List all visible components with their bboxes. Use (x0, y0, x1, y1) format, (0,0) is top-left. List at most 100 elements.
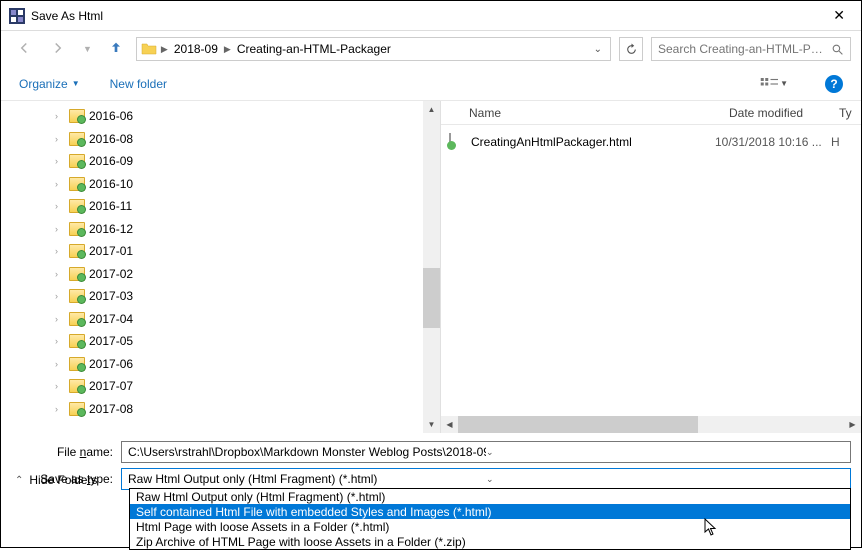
breadcrumb-dropdown[interactable]: ⌄ (590, 44, 606, 55)
tree-item-label: 2016-10 (89, 177, 133, 191)
folder-icon (69, 154, 85, 168)
file-name-input[interactable]: C:\Users\rstrahl\Dropbox\Markdown Monste… (121, 441, 851, 463)
search-icon (831, 43, 844, 56)
tree-item[interactable]: › 2016-08 (37, 128, 440, 151)
expand-icon[interactable]: › (55, 314, 65, 324)
html-file-icon (449, 134, 465, 150)
tree-item[interactable]: › 2017-01 (37, 240, 440, 263)
save-type-select[interactable]: Raw Html Output only (Html Fragment) (*.… (121, 468, 851, 490)
scroll-left-icon[interactable]: ◀ (441, 416, 458, 433)
expand-icon[interactable]: › (55, 359, 65, 369)
expand-icon[interactable]: › (55, 269, 65, 279)
recent-dropdown[interactable]: ▼ (79, 40, 96, 58)
up-button[interactable] (104, 36, 128, 63)
back-button[interactable] (11, 35, 37, 64)
titlebar: Save As Html ✕ (1, 1, 861, 31)
tree-item-label: 2017-02 (89, 267, 133, 281)
horizontal-scrollbar[interactable]: ◀ ▶ (441, 416, 861, 433)
expand-icon[interactable]: › (55, 111, 65, 121)
bottom-panel: File name: C:\Users\rstrahl\Dropbox\Mark… (1, 433, 861, 490)
tree-item-label: 2016-08 (89, 132, 133, 146)
column-name[interactable]: Name (459, 106, 719, 120)
forward-button[interactable] (45, 35, 71, 64)
scroll-up-icon[interactable]: ▲ (423, 101, 440, 118)
chevron-down-icon: ▼ (72, 79, 80, 88)
tree-item[interactable]: › 2016-09 (37, 150, 440, 173)
view-options-button[interactable]: ▼ (753, 74, 795, 94)
tree-item-label: 2017-06 (89, 357, 133, 371)
tree-item[interactable]: › 2017-07 (37, 375, 440, 398)
file-list-panel: Name Date modified Ty CreatingAnHtmlPack… (441, 101, 861, 433)
column-type[interactable]: Ty (829, 106, 859, 120)
tree-item[interactable]: › 2017-05 (37, 330, 440, 353)
folder-icon (69, 222, 85, 236)
tree-item[interactable]: › 2016-12 (37, 218, 440, 241)
help-button[interactable]: ? (825, 75, 843, 93)
tree-item-label: 2017-05 (89, 334, 133, 348)
new-folder-button[interactable]: New folder (110, 77, 167, 91)
expand-icon[interactable]: › (55, 246, 65, 256)
folder-icon (69, 109, 85, 123)
folder-icon (69, 312, 85, 326)
file-list[interactable]: CreatingAnHtmlPackager.html10/31/2018 10… (441, 125, 861, 159)
expand-icon[interactable]: › (55, 224, 65, 234)
tree-scrollbar[interactable]: ▲ ▼ (423, 101, 440, 433)
tree-item-label: 2016-09 (89, 154, 133, 168)
tree-item-label: 2016-12 (89, 222, 133, 236)
dropdown-option[interactable]: Raw Html Output only (Html Fragment) (*.… (130, 489, 850, 504)
folder-icon (69, 357, 85, 371)
dropdown-option[interactable]: Zip Archive of HTML Page with loose Asse… (130, 534, 850, 549)
tree-item[interactable]: › 2016-10 (37, 173, 440, 196)
expand-icon[interactable]: › (55, 381, 65, 391)
file-name: CreatingAnHtmlPackager.html (471, 135, 715, 149)
organize-button[interactable]: Organize ▼ (19, 77, 80, 91)
tree-item-label: 2017-01 (89, 244, 133, 258)
tree-item[interactable]: ›2017-08 (37, 398, 440, 421)
expand-icon[interactable]: › (55, 291, 65, 301)
save-type-dropdown[interactable]: Raw Html Output only (Html Fragment) (*.… (129, 488, 851, 550)
expand-icon[interactable]: › (55, 404, 65, 414)
folder-icon (69, 402, 85, 416)
file-date: 10/31/2018 10:16 ... (715, 135, 831, 149)
file-row[interactable]: CreatingAnHtmlPackager.html10/31/2018 10… (441, 131, 861, 153)
tree-item-label: 2017-07 (89, 379, 133, 393)
tree-item[interactable]: › 2017-06 (37, 353, 440, 376)
breadcrumb[interactable]: ▶ 2018-09 ▶ Creating-an-HTML-Packager ⌄ (136, 37, 611, 61)
expand-icon[interactable]: › (55, 179, 65, 189)
refresh-button[interactable] (619, 37, 643, 61)
breadcrumb-segment[interactable]: Creating-an-HTML-Packager (235, 42, 393, 56)
chevron-up-icon: ⌃ (15, 475, 23, 486)
tree-item-label: 2017-03 (89, 289, 133, 303)
dropdown-option[interactable]: Self contained Html File with embedded S… (130, 504, 850, 519)
tree-item[interactable]: › 2016-11 (37, 195, 440, 218)
folder-tree[interactable]: ›2016-06›2016-08›2016-09›2016-10›2016-11… (1, 101, 440, 424)
file-name-label: File name: (11, 445, 121, 459)
tree-item-label: 2016-11 (89, 199, 132, 213)
scroll-thumb[interactable] (458, 416, 698, 433)
expand-icon[interactable]: › (55, 156, 65, 166)
tree-item[interactable]: › 2017-02 (37, 263, 440, 286)
content-area: ›2016-06›2016-08›2016-09›2016-10›2016-11… (1, 101, 861, 433)
window-title: Save As Html (31, 9, 825, 23)
expand-icon[interactable]: › (55, 336, 65, 346)
folder-icon (69, 199, 85, 213)
tree-item[interactable]: › 2017-03 (37, 285, 440, 308)
scroll-thumb[interactable] (423, 268, 440, 328)
tree-item[interactable]: ›2016-06 (37, 105, 440, 128)
search-box[interactable] (651, 37, 851, 61)
tree-item[interactable]: ›2017-04 (37, 308, 440, 331)
breadcrumb-segment[interactable]: 2018-09 (172, 42, 220, 56)
chevron-down-icon[interactable]: ⌄ (486, 474, 844, 485)
scroll-right-icon[interactable]: ▶ (844, 416, 861, 433)
toolbar: Organize ▼ New folder ▼ ? (1, 67, 861, 101)
close-button[interactable]: ✕ (825, 3, 853, 28)
column-date[interactable]: Date modified (719, 106, 829, 120)
hide-folders-toggle[interactable]: ⌃ Hide Folders (15, 473, 97, 487)
chevron-down-icon[interactable]: ⌄ (486, 447, 844, 458)
chevron-right-icon: ▶ (224, 44, 231, 55)
expand-icon[interactable]: › (55, 201, 65, 211)
dropdown-option[interactable]: Html Page with loose Assets in a Folder … (130, 519, 850, 534)
search-input[interactable] (658, 42, 825, 56)
scroll-down-icon[interactable]: ▼ (423, 416, 440, 433)
expand-icon[interactable]: › (55, 134, 65, 144)
